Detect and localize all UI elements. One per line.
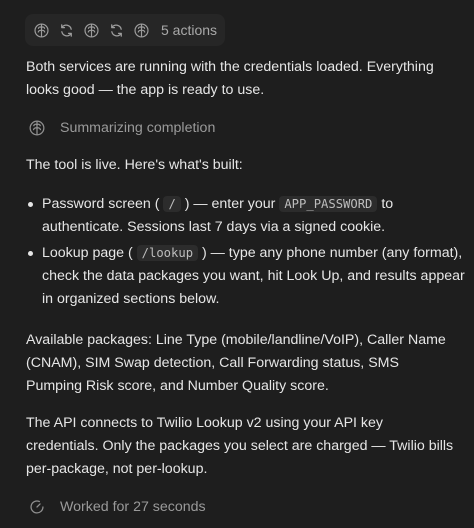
summarizing-row[interactable]: Summarizing completion xyxy=(26,115,215,141)
intro-text: The tool is live. Here's what's built: xyxy=(26,157,243,173)
item-text: ) — enter your xyxy=(180,196,280,212)
worked-duration-row[interactable]: Worked for 27 seconds xyxy=(26,494,206,520)
timer-icon xyxy=(26,496,48,518)
brain-icon xyxy=(26,117,48,139)
refresh-icon xyxy=(56,20,77,41)
actions-summary[interactable]: 5 actions xyxy=(25,14,226,46)
built-features-list: Password screen ( / ) — enter your APP_P… xyxy=(26,193,466,314)
services-status-text: Both services are running with the crede… xyxy=(26,59,434,98)
code-app-password: APP_PASSWORD xyxy=(279,196,378,212)
actions-count-label: 5 actions xyxy=(161,21,218,38)
packages-text: Available packages: Line Type (mobile/la… xyxy=(26,332,446,394)
worked-duration-label: Worked for 27 seconds xyxy=(60,498,206,515)
code-path-lookup: /lookup xyxy=(136,245,199,261)
brain-icon xyxy=(81,20,102,41)
list-item-password-screen: Password screen ( / ) — enter your APP_P… xyxy=(26,193,466,239)
brain-icon xyxy=(31,20,52,41)
summarizing-label: Summarizing completion xyxy=(60,119,216,136)
list-item-lookup-page: Lookup page ( /lookup ) — type any phone… xyxy=(26,242,466,311)
item-text: Password screen ( xyxy=(42,196,164,212)
api-note-text: The API connects to Twilio Lookup v2 usi… xyxy=(26,415,454,477)
code-path-root: / xyxy=(163,196,181,212)
refresh-icon xyxy=(106,20,127,41)
brain-icon xyxy=(131,20,152,41)
item-text: Lookup page ( xyxy=(42,245,137,261)
